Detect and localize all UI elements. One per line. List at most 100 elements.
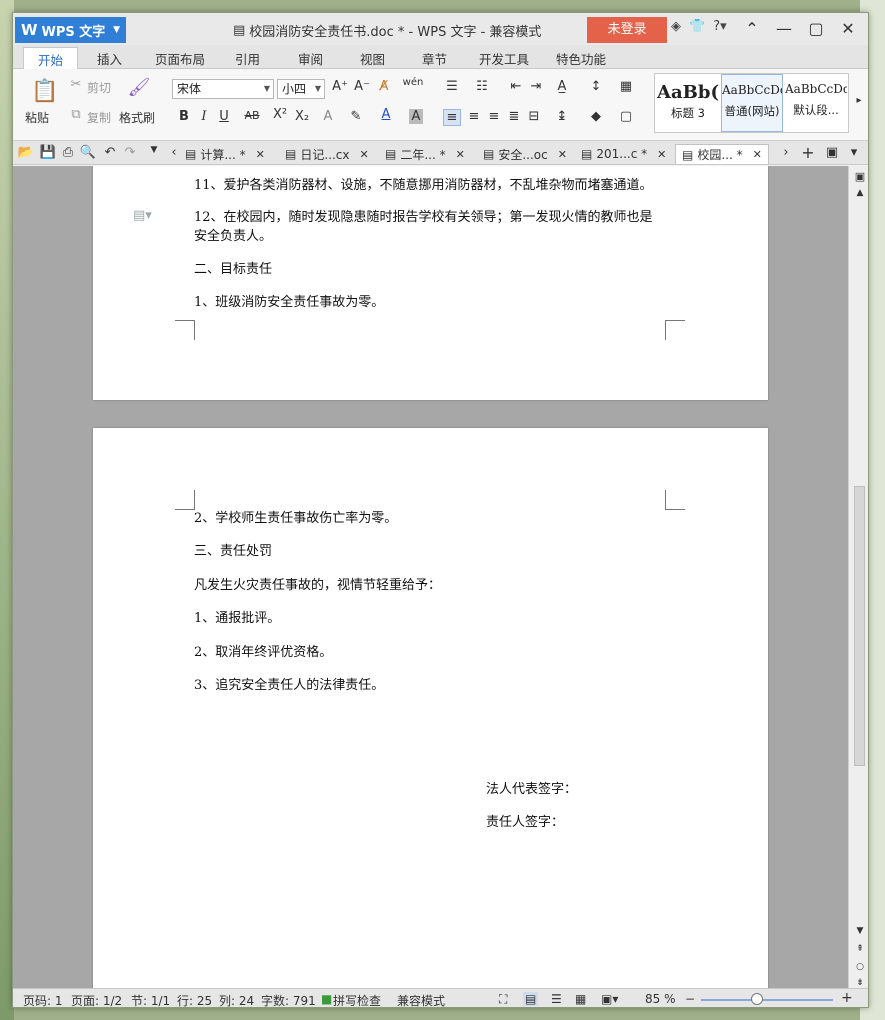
document-tab[interactable]: ▤ 安全...oc ✕ [483,144,567,164]
clear-format-icon[interactable]: A̸ [375,79,393,94]
app-menu-button[interactable]: W WPS 文字 ▼ [15,17,126,43]
style-default-paragraph[interactable]: AaBbCcDd 默认段... [785,74,847,132]
superscript-icon[interactable]: X² [271,107,289,122]
close-tab-icon[interactable]: ✕ [456,148,465,161]
table-border-icon[interactable]: ▦ [617,79,635,94]
view-reading-icon[interactable]: ▣▾ [601,992,618,1006]
spell-check-button[interactable]: 拼写检查 [333,992,381,1007]
close-tab-icon[interactable]: ✕ [256,148,265,161]
decrease-indent-icon[interactable]: ⇤ [507,79,525,94]
copy-icon[interactable]: ⧉ [67,107,85,122]
cut-button[interactable]: 剪切 [87,79,111,96]
increase-indent-icon[interactable]: ⇥ [527,79,545,94]
tab-review[interactable]: 审阅 [298,49,323,68]
close-tab-icon[interactable]: ✕ [753,148,762,161]
tabs-scroll-left-icon[interactable]: ‹ [165,145,183,160]
text-effect-icon[interactable]: A [319,109,337,124]
font-size-select[interactable]: 小四 ▼ [277,79,325,99]
shrink-font-icon[interactable]: A⁻ [353,79,371,94]
align-left-icon[interactable]: ≡ [443,109,461,126]
grow-font-icon[interactable]: A⁺ [331,79,349,94]
close-tab-icon[interactable]: ✕ [360,148,369,161]
tab-developer[interactable]: 开发工具 [479,49,529,68]
view-page-icon[interactable]: ▤ [523,992,539,1006]
strikethrough-icon[interactable]: AB [241,109,263,122]
scroll-down-icon[interactable]: ▼ [851,926,868,936]
tab-chapter[interactable]: 章节 [422,49,447,68]
pin-icon[interactable]: ▾ [845,145,863,160]
font-name-select[interactable]: 宋体 ▼ [172,79,274,99]
tab-list-icon[interactable]: ▣ [823,145,841,160]
document-tab[interactable]: ▤ 二年... * ✕ [385,144,465,164]
tab-view[interactable]: 视图 [360,49,385,68]
open-folder-icon[interactable]: 📂 [17,145,35,160]
scroll-up-icon[interactable]: ▲ [851,188,868,198]
save-icon[interactable]: 💾 [39,145,57,160]
sort-icon[interactable]: ↕ [587,79,605,94]
document-tab[interactable]: ▤ 日记...cx ✕ [285,144,369,164]
underline-icon[interactable]: U [215,109,233,124]
zoom-level[interactable]: 85 % [645,992,676,1006]
brush-icon[interactable]: 🖌 [127,77,151,98]
paragraph-handle-icon[interactable]: ▤▾ [133,208,152,223]
view-fullscreen-icon[interactable]: ⛶ [499,992,507,1007]
highlight-icon[interactable]: ✎ [347,109,365,124]
distributed-icon[interactable]: ⊟ [525,109,543,124]
style-normal-web[interactable]: AaBbCcDd 普通(网站) [721,74,783,132]
document-tab-active[interactable]: ▤ 校园... * ✕ [675,144,769,164]
redo-icon[interactable]: ↷ [121,145,139,160]
align-center-icon[interactable]: ≡ [465,109,483,124]
zoom-slider[interactable] [701,993,833,1005]
help-icon[interactable]: ?▾ [713,19,726,34]
copy-button[interactable]: 复制 [87,109,111,126]
close-button[interactable]: ✕ [832,17,864,41]
view-web-icon[interactable]: ▦ [575,992,586,1006]
document-tab[interactable]: ▤ 201...c * ✕ [581,144,666,164]
shading-icon[interactable]: ◆ [587,109,605,124]
line-spacing-icon[interactable]: ↨ [553,109,571,124]
paste-icon[interactable]: 📋 [31,79,58,104]
scissors-icon[interactable]: ✂ [67,77,85,92]
minimize-button[interactable]: — [768,17,800,41]
scroll-settings-icon[interactable]: ▣ [851,170,868,183]
align-right-icon[interactable]: ≡ [485,109,503,124]
shirt-icon[interactable]: 👕 [689,19,705,34]
print-preview-icon[interactable]: 🔍 [79,145,97,160]
prev-page-icon[interactable]: ⇞ [851,944,868,954]
italic-icon[interactable]: I [195,109,213,124]
collapse-ribbon-icon[interactable]: ⌃ [736,17,768,41]
close-tab-icon[interactable]: ✕ [657,148,666,161]
bold-icon[interactable]: B [175,109,193,124]
tab-page-layout[interactable]: 页面布局 [155,49,205,68]
vertical-scrollbar[interactable]: ▣ ▲ ▼ ⇞ ○ ⇟ [848,166,868,988]
view-outline-icon[interactable]: ☰ [551,992,562,1006]
text-direction-icon[interactable]: A̲ [553,79,571,94]
quick-access-menu-icon[interactable]: ▼ [145,145,163,155]
skin-icon[interactable]: ◈ [671,19,681,34]
maximize-button[interactable]: ▢ [800,17,832,41]
zoom-out-icon[interactable]: − [685,992,695,1006]
paste-button[interactable]: 粘贴 [25,109,49,126]
bullets-icon[interactable]: ☰ [443,79,461,94]
font-color-icon[interactable]: A [377,107,395,122]
tab-references[interactable]: 引用 [235,49,260,68]
char-shading-icon[interactable]: A [409,109,423,124]
borders-icon[interactable]: ▢ [617,109,635,124]
style-heading-3[interactable]: AaBb( 标题 3 [657,74,719,132]
next-page-icon[interactable]: ⇟ [851,978,868,988]
undo-icon[interactable]: ↶ [101,145,119,160]
print-icon[interactable]: ⎙ [59,145,77,160]
document-canvas[interactable]: ▤▾ 11、爱护各类消防器材、设施，不随意挪用消防器材，不乱堆杂物而堵塞通道。 … [13,166,848,988]
zoom-slider-thumb[interactable] [751,993,763,1005]
subscript-icon[interactable]: X₂ [293,109,311,124]
tab-features[interactable]: 特色功能 [556,49,606,68]
login-button[interactable]: 未登录 [587,17,667,43]
new-tab-icon[interactable]: + [799,143,817,162]
tab-insert[interactable]: 插入 [97,49,122,68]
pinyin-icon[interactable]: wén [401,77,425,88]
justify-icon[interactable]: ≣ [505,109,523,124]
styles-more-icon[interactable]: ▸ [853,95,865,106]
format-painter-button[interactable]: 格式刷 [119,109,155,126]
tabs-scroll-right-icon[interactable]: › [777,145,795,160]
numbering-icon[interactable]: ☷ [473,79,491,94]
